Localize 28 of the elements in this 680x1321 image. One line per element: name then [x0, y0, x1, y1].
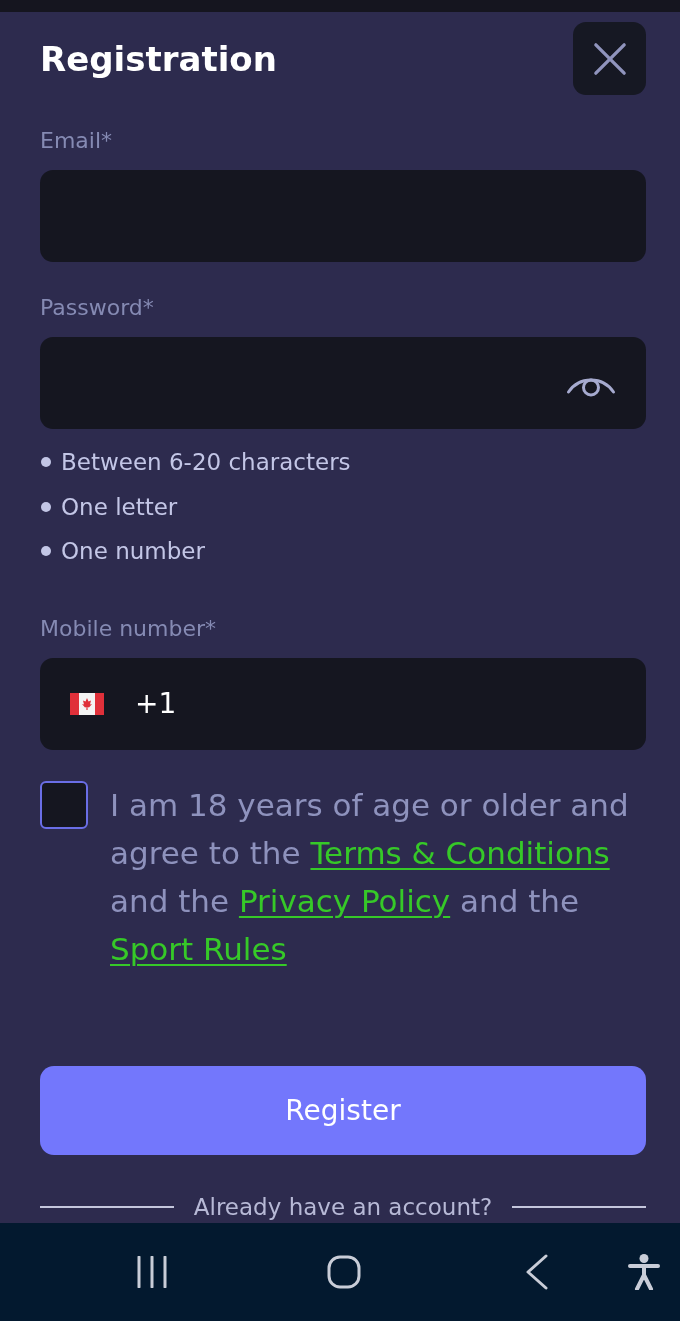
agreement-text: I am 18 years of age or older and agree to the Terms & Conditions and the Privacy Policy and the Sport Rules: [110, 786, 630, 969]
bullet-icon: [41, 546, 51, 556]
password-rule: One number: [61, 537, 205, 566]
register-button[interactable]: Register: [40, 1066, 646, 1155]
close-icon: [592, 41, 627, 76]
email-field[interactable]: [40, 170, 646, 262]
bullet-icon: [41, 501, 51, 512]
close-button[interactable]: [573, 22, 646, 95]
accessibility-icon[interactable]: [628, 1254, 660, 1290]
flag-icon[interactable]: [70, 693, 104, 715]
password-rule: One letter: [61, 492, 178, 522]
password-field[interactable]: [40, 337, 646, 429]
back-icon[interactable]: [525, 1254, 549, 1290]
field-label: Email*: [40, 128, 114, 154]
home-icon[interactable]: [327, 1255, 361, 1289]
page-title: Registration: [40, 37, 277, 81]
field-label: Mobile number*: [40, 616, 218, 642]
age-checkbox[interactable]: [40, 781, 88, 829]
login-prompt: Already have an account?: [193, 1193, 493, 1221]
country-code: +1: [135, 687, 177, 721]
password-rule: Between 6-20 characters: [61, 448, 351, 477]
phone-field[interactable]: +1: [40, 658, 646, 750]
agreement-link[interactable]: Sport Rules: [110, 931, 287, 967]
bullet-icon: [41, 457, 51, 467]
recent-apps-icon[interactable]: [137, 1256, 167, 1288]
field-label: Password*: [40, 295, 155, 321]
agreement-link[interactable]: Privacy Policy: [238, 883, 451, 919]
agreement-link[interactable]: Terms & Conditions: [310, 835, 610, 871]
